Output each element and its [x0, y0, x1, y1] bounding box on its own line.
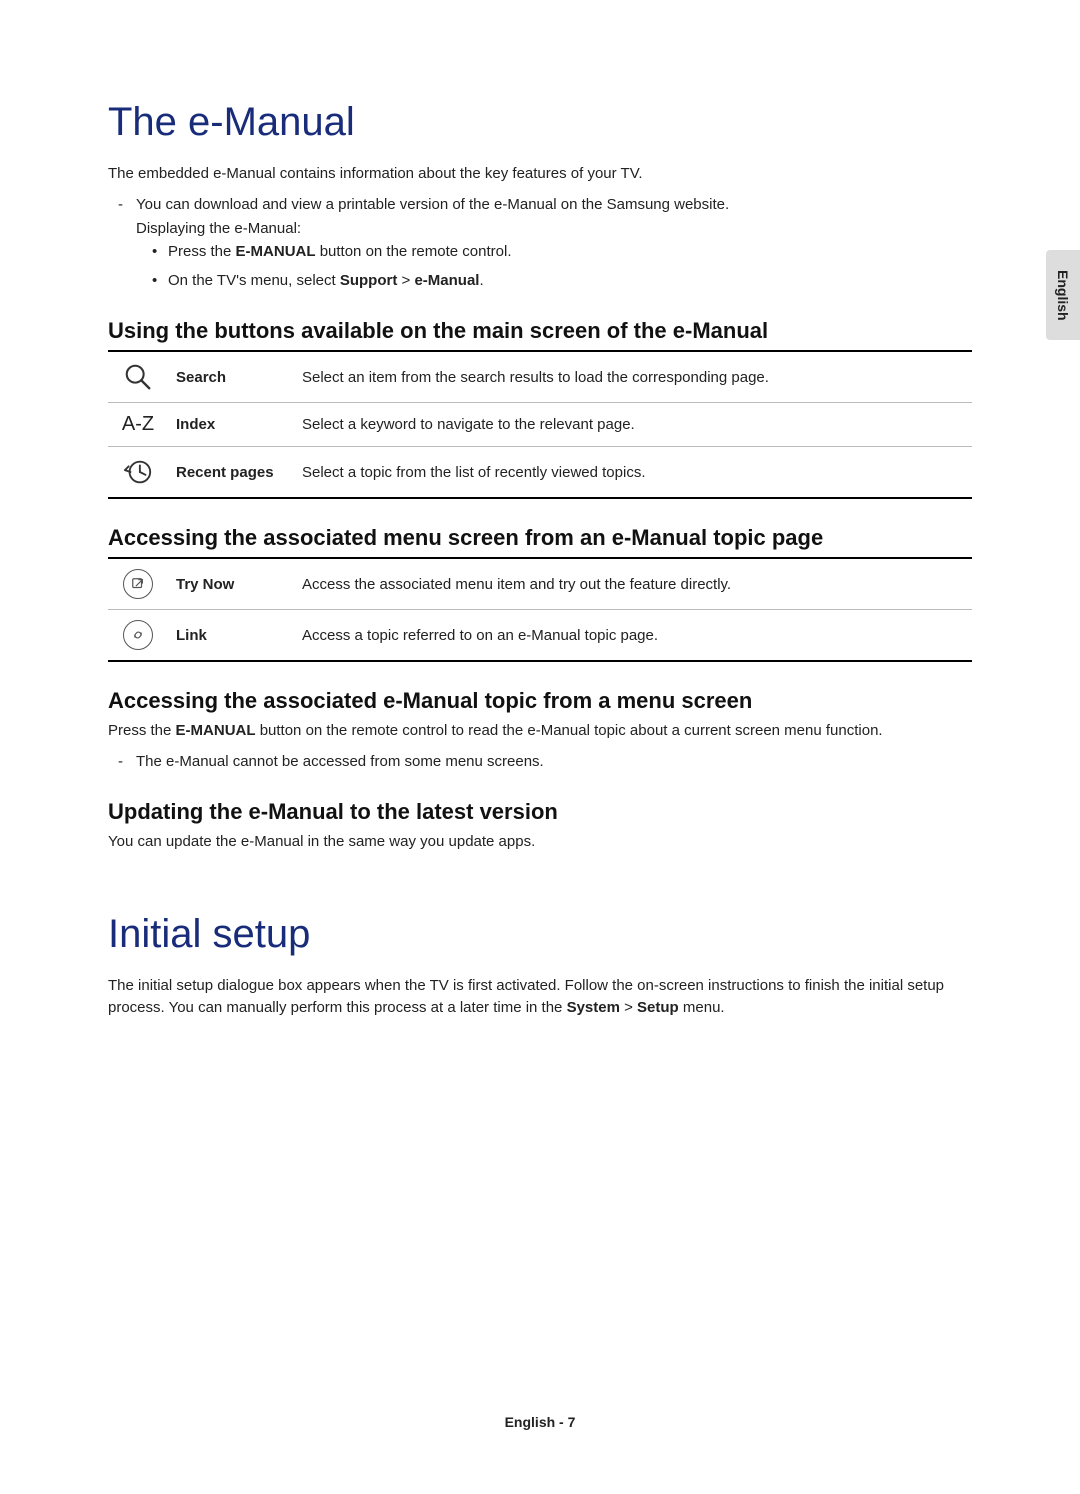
table-row: Try Now Access the associated menu item …	[108, 558, 972, 610]
page-footer: English - 7	[0, 1414, 1080, 1430]
t: button on the remote control to read the…	[256, 722, 883, 739]
display-methods-list: Press the E-MANUAL button on the remote …	[108, 241, 972, 292]
t: >	[397, 272, 414, 289]
system-menu-ref: System	[567, 999, 620, 1016]
t: On the TV's menu, select	[168, 272, 340, 289]
table-row: Search Select an item from the search re…	[108, 351, 972, 403]
method-menu: On the TV's menu, select Support > e-Man…	[108, 270, 972, 293]
t: >	[620, 999, 637, 1016]
table-row: A-Z Index Select a keyword to navigate t…	[108, 403, 972, 447]
e-manual-button-ref: E-MANUAL	[236, 243, 316, 260]
heading-e-manual: The e-Manual	[108, 100, 972, 145]
download-note-list: You can download and view a printable ve…	[108, 194, 972, 238]
page-content: The e-Manual The embedded e-Manual conta…	[108, 100, 972, 1028]
buttons-table: Search Select an item from the search re…	[108, 350, 972, 499]
intro-text: The embedded e-Manual contains informati…	[108, 163, 972, 186]
t: button on the remote control.	[316, 243, 512, 260]
language-tab-label: English	[1055, 270, 1071, 321]
t: Press the	[168, 243, 236, 260]
index-icon: A-Z	[108, 403, 168, 447]
setup-menu-ref: Setup	[637, 999, 679, 1016]
index-desc: Select a keyword to navigate to the rele…	[294, 403, 972, 447]
recent-desc: Select a topic from the list of recently…	[294, 447, 972, 499]
search-icon	[108, 351, 168, 403]
e-manual-menu-ref: e-Manual	[414, 272, 479, 289]
table-row: Recent pages Select a topic from the lis…	[108, 447, 972, 499]
try-now-desc: Access the associated menu item and try …	[294, 558, 972, 610]
link-label: Link	[168, 610, 294, 662]
az-icon-text: A-Z	[122, 413, 154, 435]
search-desc: Select an item from the search results t…	[294, 351, 972, 403]
heading-access-from-menu: Accessing the associated e-Manual topic …	[108, 688, 972, 714]
heading-buttons: Using the buttons available on the main …	[108, 318, 972, 344]
t: The initial setup dialogue box appears w…	[108, 977, 944, 1017]
access-from-menu-text: Press the E-MANUAL button on the remote …	[108, 720, 972, 743]
updating-text: You can update the e-Manual in the same …	[108, 831, 972, 854]
access-note-list: The e-Manual cannot be accessed from som…	[108, 751, 972, 774]
search-label: Search	[168, 351, 294, 403]
link-desc: Access a topic referred to on an e-Manua…	[294, 610, 972, 662]
support-menu-ref: Support	[340, 272, 398, 289]
t: menu.	[679, 999, 725, 1016]
recent-label: Recent pages	[168, 447, 294, 499]
link-icon	[108, 610, 168, 662]
recent-icon	[108, 447, 168, 499]
access-note: The e-Manual cannot be accessed from som…	[108, 751, 972, 774]
method-remote: Press the E-MANUAL button on the remote …	[108, 241, 972, 264]
index-label: Index	[168, 403, 294, 447]
heading-updating: Updating the e-Manual to the latest vers…	[108, 799, 972, 825]
displaying-label: Displaying the e-Manual:	[108, 220, 972, 237]
e-manual-button-ref-2: E-MANUAL	[176, 722, 256, 739]
table-row: Link Access a topic referred to on an e-…	[108, 610, 972, 662]
try-now-icon	[108, 558, 168, 610]
try-now-label: Try Now	[168, 558, 294, 610]
t: Press the	[108, 722, 176, 739]
heading-initial-setup: Initial setup	[108, 912, 972, 957]
t: .	[479, 272, 483, 289]
heading-accessing-topic: Accessing the associated menu screen fro…	[108, 525, 972, 551]
topic-table: Try Now Access the associated menu item …	[108, 557, 972, 662]
initial-setup-text: The initial setup dialogue box appears w…	[108, 975, 972, 1020]
language-tab: English	[1046, 250, 1080, 340]
download-note: You can download and view a printable ve…	[108, 194, 972, 217]
